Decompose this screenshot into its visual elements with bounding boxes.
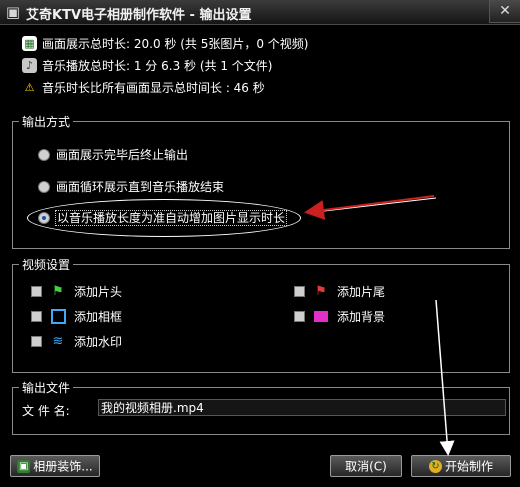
checkbox-label: 添加片头	[74, 285, 123, 299]
app-icon: ▣	[5, 3, 21, 21]
radio-dot[interactable]	[38, 148, 50, 161]
close-button[interactable]: ✕	[489, 0, 520, 23]
background-icon	[313, 309, 329, 325]
checkbox-add-outro[interactable]: ⚑ 添加片尾	[294, 283, 385, 301]
radio-label: 以音乐播放长度为准自动增加图片显示时长	[54, 210, 288, 226]
video-settings-legend: 视频设置	[22, 258, 71, 272]
checkbox-add-frame[interactable]: 添加相框	[31, 308, 122, 326]
cancel-button-label: 取消(C)	[345, 459, 387, 474]
image-icon: ▦	[22, 36, 37, 51]
radio-dot[interactable]	[38, 180, 50, 193]
radio-loop-until-music-end[interactable]: 画面循环展示直到音乐播放结束	[38, 178, 224, 196]
file-name-input[interactable]	[98, 399, 506, 416]
title-bar: ▣ 艾奇KTV电子相册制作软件 - 输出设置 ✕	[0, 0, 520, 25]
checkbox-box[interactable]	[31, 286, 42, 297]
refresh-icon: ↻	[428, 460, 442, 473]
music-duration-text: 音乐播放总时长: 1 分 6.3 秒 (共 1 个文件)	[42, 59, 273, 73]
checkbox-label: 添加背景	[337, 310, 386, 324]
album-decorate-button[interactable]: ▣ 相册装饰...	[10, 455, 100, 477]
display-duration-text: 画面展示总时长: 20.0 秒 (共 5张图片，0 个视频)	[42, 37, 309, 51]
checkbox-label: 添加相框	[74, 310, 123, 324]
decorate-button-label: 相册装饰...	[33, 459, 93, 474]
info-music-duration: ♪ 音乐播放总时长: 1 分 6.3 秒 (共 1 个文件)	[22, 57, 272, 75]
radio-extend-image-duration[interactable]: 以音乐播放长度为准自动增加图片显示时长	[38, 209, 288, 227]
checkbox-box[interactable]	[31, 336, 42, 347]
checkbox-label: 添加水印	[74, 335, 123, 349]
checkbox-box[interactable]	[294, 286, 305, 297]
cancel-button[interactable]: 取消(C)	[330, 455, 402, 477]
decorate-icon: ▣	[17, 460, 31, 473]
watermark-icon: ≋	[52, 333, 64, 349]
checkbox-box[interactable]	[294, 311, 305, 322]
info-display-duration: ▦ 画面展示总时长: 20.0 秒 (共 5张图片，0 个视频)	[22, 35, 308, 53]
start-button-label: 开始制作	[444, 459, 493, 474]
radio-label: 画面展示完毕后终止输出	[56, 148, 189, 162]
start-create-button[interactable]: ↻ 开始制作	[411, 455, 511, 477]
file-name-label: 文 件 名:	[22, 404, 70, 418]
warning-text: 音乐时长比所有画面显示总时间长 : 46 秒	[42, 81, 265, 95]
output-file-legend: 输出文件	[22, 381, 71, 395]
warning-icon: ⚠	[24, 81, 35, 94]
output-mode-legend: 输出方式	[22, 115, 71, 129]
info-warning: ⚠ 音乐时长比所有画面显示总时间长 : 46 秒	[22, 79, 265, 97]
checkbox-add-intro[interactable]: ⚑ 添加片头	[31, 283, 122, 301]
radio-stop-after-display[interactable]: 画面展示完毕后终止输出	[38, 146, 188, 164]
checkbox-box[interactable]	[31, 311, 42, 322]
radio-dot-selected[interactable]	[38, 211, 50, 224]
red-flag-icon: ⚑	[315, 283, 327, 299]
window-title: 艾奇KTV电子相册制作软件 - 输出设置	[26, 8, 252, 23]
frame-icon	[50, 308, 66, 325]
green-flag-icon: ⚑	[52, 283, 64, 299]
checkbox-add-watermark[interactable]: ≋ 添加水印	[31, 333, 122, 351]
music-icon: ♪	[22, 58, 37, 73]
checkbox-label: 添加片尾	[337, 285, 386, 299]
checkbox-add-background[interactable]: 添加背景	[294, 308, 385, 326]
radio-label: 画面循环展示直到音乐播放结束	[56, 180, 225, 194]
